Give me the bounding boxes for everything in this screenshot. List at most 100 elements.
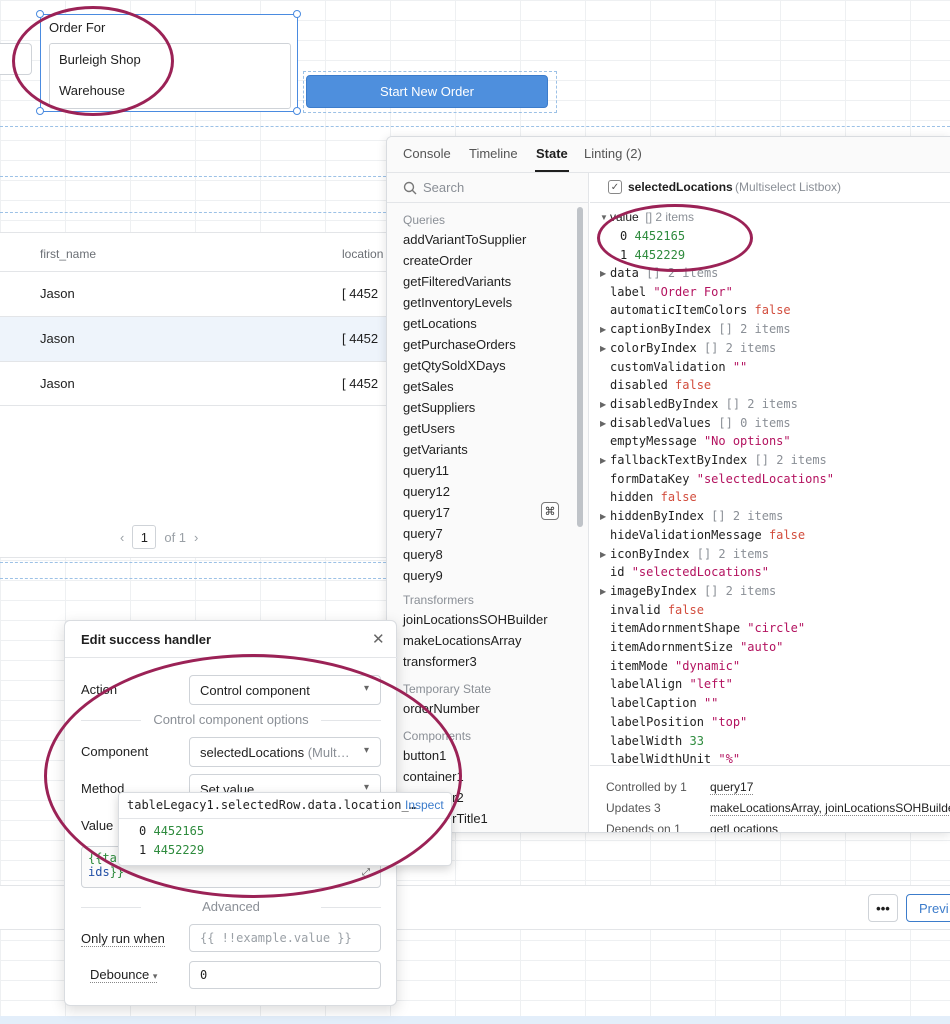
tab-console[interactable]: Console (403, 146, 451, 161)
collapsed-triangle-icon[interactable]: ▶ (600, 325, 606, 334)
list-item[interactable]: transformer3 (403, 654, 477, 669)
property-row[interactable]: emptyMessage "No options" (610, 434, 791, 448)
state-inspector: ✓ selectedLocations (Multiselect Listbox… (590, 173, 950, 832)
property-row[interactable]: hideValidationMessage false (610, 528, 805, 542)
list-item[interactable]: joinLocationsSOHBuilder (403, 612, 548, 627)
property-row[interactable]: customValidation "" (610, 360, 747, 374)
search-input[interactable]: Search (423, 180, 464, 195)
collapsed-triangle-icon[interactable]: ▶ (600, 550, 606, 559)
list-item[interactable]: getVariants (403, 442, 468, 457)
list-item[interactable]: query11 (403, 463, 449, 478)
dependency-row: Depends on 1 getLocations (606, 822, 778, 832)
state-search[interactable]: Search (387, 173, 589, 203)
list-item[interactable]: getQtySoldXDays (403, 358, 506, 373)
property-row[interactable]: fallbackTextByIndex [] 2 items (610, 453, 827, 467)
property-row[interactable]: iconByIndex [] 2 items (610, 547, 769, 561)
annotation-circle (597, 204, 753, 272)
canvas-divider (0, 578, 386, 579)
collapsed-triangle-icon[interactable]: ▶ (600, 587, 606, 596)
debounce-label[interactable]: Debounce ▾ (90, 967, 158, 983)
table-cell: Jason (40, 376, 75, 391)
property-row[interactable]: disabledValues [] 0 items (610, 416, 791, 430)
pagination: ‹ 1 of 1 › (120, 525, 198, 549)
list-item[interactable]: query8 (403, 547, 443, 562)
canvas-divider (0, 126, 950, 127)
property-row[interactable]: automaticItemColors false (610, 303, 791, 317)
property-row[interactable]: disabledByIndex [] 2 items (610, 397, 798, 411)
collapsed-triangle-icon[interactable]: ▶ (600, 344, 606, 353)
collapsed-triangle-icon[interactable]: ▶ (600, 512, 606, 521)
property-row[interactable]: id "selectedLocations" (610, 565, 769, 579)
tab-linting[interactable]: Linting (2) (584, 146, 642, 161)
advanced-divider: Advanced (81, 899, 381, 914)
list-item[interactable]: getSuppliers (403, 400, 475, 415)
table-cell: Jason (40, 286, 75, 301)
focus-frame-icon[interactable]: ⌘ (541, 502, 559, 520)
debounce-input[interactable]: 0 (189, 961, 381, 989)
property-row[interactable]: disabled false (610, 378, 711, 392)
list-item[interactable]: getUsers (403, 421, 455, 436)
resize-handle[interactable] (293, 10, 301, 18)
property-row[interactable]: label "Order For" (610, 285, 733, 299)
resize-handle[interactable] (293, 107, 301, 115)
dependency-link[interactable]: makeLocationsArray, joinLocationsSOHBuil… (710, 801, 950, 816)
section-queries: Queries (403, 213, 446, 227)
list-item[interactable]: createOrder (403, 253, 472, 268)
property-row[interactable]: itemMode "dynamic" (610, 659, 740, 673)
list-item[interactable]: getInventoryLevels (403, 295, 512, 310)
collapsed-triangle-icon[interactable]: ▶ (600, 419, 606, 428)
property-row[interactable]: formDataKey "selectedLocations" (610, 472, 834, 486)
property-row[interactable]: itemAdornmentSize "auto" (610, 640, 783, 654)
property-row[interactable]: invalid false (610, 603, 704, 617)
collapsed-triangle-icon[interactable]: ▶ (600, 400, 606, 409)
start-new-order-button[interactable]: Start New Order (306, 75, 548, 108)
property-row[interactable]: labelAlign "left" (610, 677, 733, 691)
dependency-row: Controlled by 1 query17 (606, 780, 754, 795)
list-item[interactable]: makeLocationsArray (403, 633, 522, 648)
property-row[interactable]: hiddenByIndex [] 2 items (610, 509, 783, 523)
section-temporary-state: Temporary State (403, 682, 492, 696)
prev-page-icon[interactable]: ‹ (120, 530, 124, 545)
list-item[interactable]: query17 (403, 505, 450, 520)
preview-button[interactable]: Previ (906, 894, 950, 922)
list-item[interactable]: query9 (403, 568, 443, 583)
collapsed-triangle-icon[interactable]: ▶ (600, 456, 606, 465)
property-row[interactable]: imageByIndex [] 2 items (610, 584, 776, 598)
list-item[interactable]: getFilteredVariants (403, 274, 511, 289)
property-row[interactable]: captionByIndex [] 2 items (610, 322, 791, 336)
property-row[interactable]: labelPosition "top" (610, 715, 747, 729)
property-row[interactable]: itemAdornmentShape "circle" (610, 621, 805, 635)
list-item[interactable]: query12 (403, 484, 450, 499)
column-header[interactable]: first_name (40, 247, 96, 261)
list-item[interactable]: getSales (403, 379, 454, 394)
canvas-divider (0, 212, 386, 213)
table-row[interactable]: Jason [ 4452 (0, 316, 386, 361)
page-number-input[interactable]: 1 (132, 525, 157, 549)
property-row[interactable]: hidden false (610, 490, 697, 504)
collapsed-triangle-icon[interactable]: ▶ (600, 269, 606, 278)
canvas-divider (0, 176, 386, 177)
list-item[interactable]: addVariantToSupplier (403, 232, 526, 247)
section-transformers: Transformers (403, 593, 474, 607)
table-row[interactable]: Jason [ 4452 (0, 361, 386, 406)
tab-state[interactable]: State (536, 146, 568, 161)
list-item[interactable]: getLocations (403, 316, 477, 331)
table-row[interactable]: Jason [ 4452 (0, 271, 386, 316)
dependency-link[interactable]: query17 (710, 780, 754, 795)
property-row[interactable]: labelCaption "" (610, 696, 718, 710)
property-row[interactable]: labelWidth 33 (610, 734, 704, 748)
checkbox-icon[interactable]: ✓ (608, 180, 622, 194)
list-item[interactable]: getPurchaseOrders (403, 337, 516, 352)
resize-handle[interactable] (36, 107, 44, 115)
property-row[interactable]: colorByIndex [] 2 items (610, 341, 776, 355)
dependency-link[interactable]: getLocations (710, 822, 778, 832)
tab-timeline[interactable]: Timeline (469, 146, 518, 161)
next-page-icon[interactable]: › (194, 530, 198, 545)
more-options-button[interactable]: ••• (868, 894, 898, 922)
orders-table: first_name location Jason [ 4452 Jason [… (0, 232, 386, 558)
list-item[interactable]: query7 (403, 526, 443, 541)
only-run-when-input[interactable]: {{ !!example.value }} (189, 924, 381, 952)
column-header[interactable]: location (342, 247, 383, 261)
scrollbar[interactable] (577, 207, 583, 527)
close-icon[interactable]: ✕ (372, 630, 385, 648)
